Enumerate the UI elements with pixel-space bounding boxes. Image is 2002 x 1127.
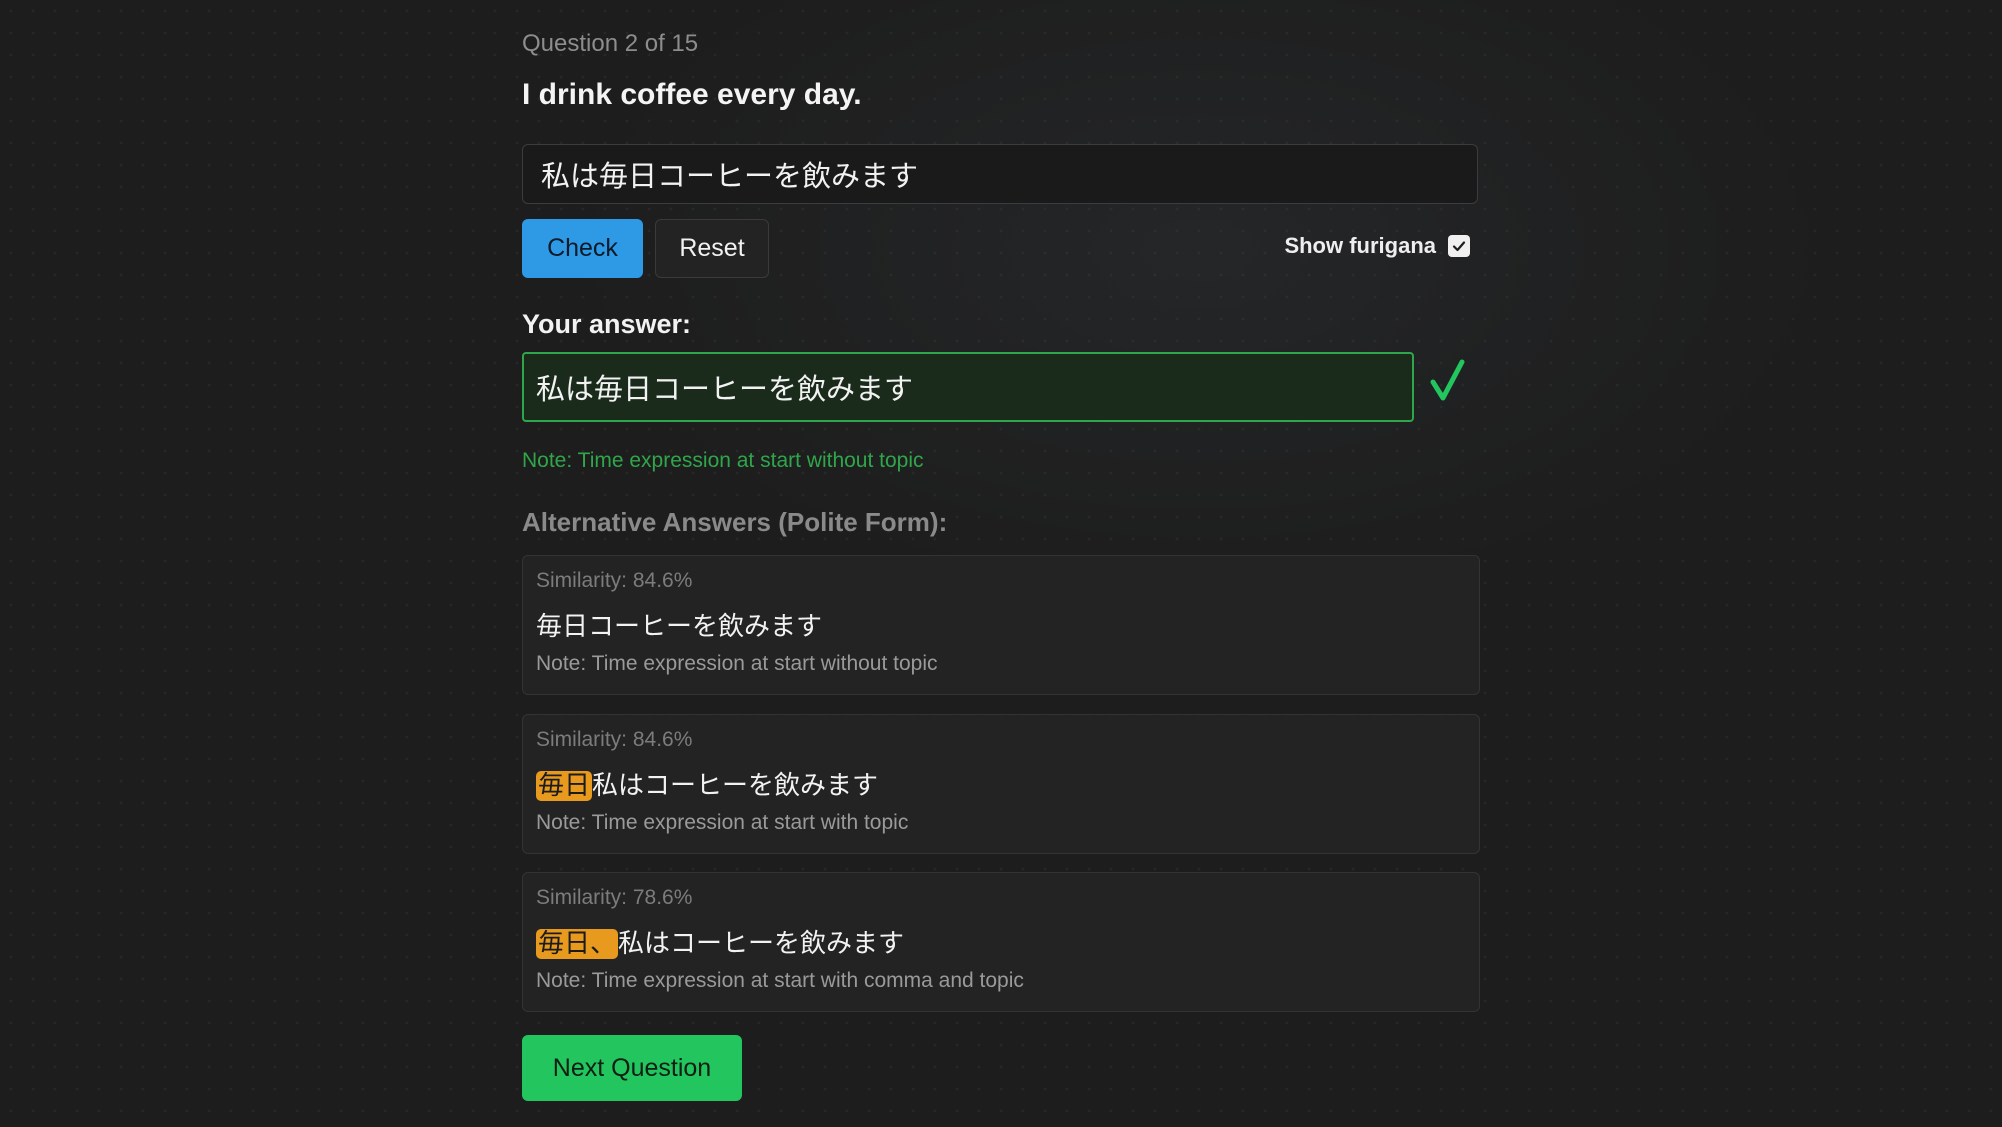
furigana-label: Show furigana: [1284, 233, 1436, 258]
alternative-note: Note: Time expression at start with topi…: [536, 811, 909, 834]
difference-highlight: 毎日: [536, 771, 593, 801]
alternatives-heading: Alternative Answers (Polite Form):: [522, 507, 948, 537]
alternative-sentence-text: 私はコーヒーを飲みます: [592, 771, 879, 801]
alternative-card: Similarity: 84.6% 毎日私はコーヒーを飲みます Note: Ti…: [522, 714, 1480, 854]
answer-input[interactable]: 私は毎日コーヒーを飲みます: [522, 144, 1478, 204]
question-prompt: I drink coffee every day.: [522, 78, 862, 111]
answer-note: Note: Time expression at start without t…: [522, 449, 924, 472]
furigana-toggle[interactable]: Show furigana: [1284, 233, 1470, 259]
alternative-card: Similarity: 84.6% 毎日コーヒーを飲みます Note: Time…: [522, 555, 1480, 695]
alternative-sentence: 毎日コーヒーを飲みます: [536, 606, 822, 643]
your-answer-display: 私は毎日コーヒーを飲みます: [522, 352, 1414, 422]
alternative-sentence-text: 私はコーヒーを飲みます: [618, 929, 905, 959]
similarity-score: Similarity: 84.6%: [536, 569, 693, 592]
difference-highlight: 毎日、: [536, 929, 619, 959]
furigana-checkbox[interactable]: [1448, 235, 1470, 257]
alternative-note: Note: Time expression at start without t…: [536, 652, 938, 675]
correct-check-icon: [1430, 359, 1465, 401]
alternative-card: Similarity: 78.6% 毎日、私はコーヒーを飲みます Note: T…: [522, 872, 1480, 1012]
reset-button[interactable]: Reset: [655, 219, 769, 278]
alternative-sentence: 毎日、私はコーヒーを飲みます: [536, 923, 904, 960]
question-progress: Question 2 of 15: [522, 30, 699, 57]
alternative-sentence: 毎日私はコーヒーを飲みます: [536, 765, 878, 802]
similarity-score: Similarity: 78.6%: [536, 886, 693, 909]
alternative-sentence-text: 毎日コーヒーを飲みます: [536, 612, 823, 642]
alternative-note: Note: Time expression at start with comm…: [536, 969, 1024, 992]
check-button[interactable]: Check: [522, 219, 643, 278]
your-answer-label: Your answer:: [522, 309, 692, 339]
similarity-score: Similarity: 84.6%: [536, 728, 693, 751]
checkmark-icon: [1452, 241, 1466, 252]
next-question-button[interactable]: Next Question: [522, 1035, 742, 1101]
